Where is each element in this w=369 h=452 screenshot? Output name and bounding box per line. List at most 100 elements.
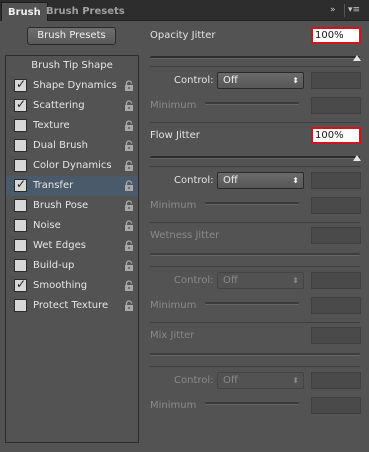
- opacity-jitter-slider-thumb[interactable]: [353, 55, 361, 61]
- build-up-label: Build-up: [33, 260, 75, 271]
- updown-arrow-icon: ⬍: [292, 76, 299, 85]
- protect-texture-checkbox[interactable]: [14, 299, 27, 312]
- build-up-checkbox[interactable]: [14, 259, 27, 272]
- lock-icon[interactable]: [124, 160, 134, 172]
- wetness-jitter-slider: [150, 253, 360, 256]
- wet-edges-label: Wet Edges: [33, 240, 86, 251]
- transfer-checkbox[interactable]: ✓: [14, 177, 27, 192]
- lock-icon[interactable]: [124, 220, 134, 232]
- mix-jitter-field: [311, 327, 361, 344]
- wetness-control-value: Off: [223, 275, 238, 286]
- wetness-minimum-slider: [205, 302, 299, 305]
- lock-icon[interactable]: [124, 80, 134, 92]
- brush-option-color-dynamics[interactable]: Color Dynamics: [6, 156, 138, 176]
- divider: [150, 366, 360, 367]
- opacity-control-field: [311, 72, 361, 89]
- mix-minimum-slider: [205, 402, 299, 405]
- divider: [150, 322, 360, 323]
- brush-option-wet-edges[interactable]: Wet Edges: [6, 236, 138, 256]
- texture-checkbox[interactable]: [14, 119, 27, 132]
- dual-brush-checkbox[interactable]: [14, 139, 27, 152]
- mix-minimum-label: Minimum: [150, 400, 197, 411]
- brush-option-texture[interactable]: Texture: [6, 116, 138, 136]
- mix-minimum-field: [311, 397, 361, 414]
- divider: [150, 222, 360, 223]
- shape-dynamics-checkbox[interactable]: ✓: [14, 77, 27, 92]
- lock-icon[interactable]: [124, 100, 134, 112]
- dual-brush-label: Dual Brush: [33, 140, 88, 151]
- lock-icon[interactable]: [124, 180, 134, 192]
- wetness-control-select: Off ⬍: [217, 272, 304, 289]
- flow-control-select[interactable]: Off ⬍: [217, 172, 304, 189]
- smoothing-checkbox[interactable]: ✓: [14, 277, 27, 292]
- brush-option-build-up[interactable]: Build-up: [6, 256, 138, 276]
- tab-brush-presets[interactable]: Brush Presets: [40, 2, 131, 21]
- brush-option-scattering[interactable]: ✓ Scattering: [6, 96, 138, 116]
- updown-arrow-icon: ⬍: [292, 376, 299, 385]
- brush-option-transfer[interactable]: ✓ Transfer: [6, 176, 138, 196]
- mix-control-label: Control:: [174, 375, 214, 386]
- wetness-minimum-label: Minimum: [150, 300, 197, 311]
- lock-icon[interactable]: [124, 120, 134, 132]
- brush-pose-label: Brush Pose: [33, 200, 89, 211]
- panel-menu-icon[interactable]: ▾≡: [348, 3, 364, 18]
- collapse-icon[interactable]: »: [330, 3, 336, 18]
- checkmark-icon: ✓: [16, 77, 27, 91]
- opacity-jitter-field[interactable]: 100%: [311, 27, 361, 44]
- wetness-jitter-label: Wetness Jitter: [150, 230, 220, 241]
- wetness-minimum-field: [311, 297, 361, 314]
- color-dynamics-label: Color Dynamics: [33, 160, 112, 171]
- lock-icon[interactable]: [124, 240, 134, 252]
- texture-label: Texture: [33, 120, 70, 131]
- opacity-jitter-slider[interactable]: [150, 56, 360, 59]
- wetness-control-field: [311, 272, 361, 289]
- noise-label: Noise: [33, 220, 61, 231]
- updown-arrow-icon: ⬍: [292, 276, 299, 285]
- flow-minimum-field: [311, 197, 361, 214]
- divider: [150, 66, 360, 67]
- brush-presets-button[interactable]: Brush Presets: [27, 27, 116, 45]
- brush-option-smoothing[interactable]: ✓ Smoothing: [6, 276, 138, 296]
- transfer-label: Transfer: [33, 180, 74, 191]
- brush-tip-shape-item[interactable]: Brush Tip Shape: [6, 56, 138, 76]
- wetness-control-label: Control:: [174, 275, 214, 286]
- brush-pose-checkbox[interactable]: [14, 199, 27, 212]
- tab-bar: Brush Brush Presets » ▾≡: [0, 0, 369, 21]
- noise-checkbox[interactable]: [14, 219, 27, 232]
- scattering-label: Scattering: [33, 100, 85, 111]
- flow-minimum-slider: [205, 202, 299, 205]
- color-dynamics-checkbox[interactable]: [14, 159, 27, 172]
- lock-icon[interactable]: [124, 260, 134, 272]
- flow-jitter-slider[interactable]: [150, 156, 360, 159]
- brush-option-dual-brush[interactable]: Dual Brush: [6, 136, 138, 156]
- flow-control-value: Off: [223, 175, 238, 186]
- flow-minimum-label: Minimum: [150, 200, 197, 211]
- flow-jitter-field[interactable]: 100%: [311, 127, 361, 144]
- mix-control-select: Off ⬍: [217, 372, 304, 389]
- opacity-control-select[interactable]: Off ⬍: [217, 72, 304, 89]
- checkmark-icon: ✓: [16, 97, 27, 111]
- lock-icon[interactable]: [124, 140, 134, 152]
- opacity-minimum-label: Minimum: [150, 100, 197, 111]
- opacity-minimum-field: [311, 97, 361, 114]
- opacity-minimum-slider: [205, 102, 299, 105]
- scattering-checkbox[interactable]: ✓: [14, 97, 27, 112]
- lock-icon[interactable]: [124, 300, 134, 312]
- mix-control-field: [311, 372, 361, 389]
- lock-icon[interactable]: [124, 200, 134, 212]
- checkmark-icon: ✓: [16, 277, 27, 291]
- brush-option-noise[interactable]: Noise: [6, 216, 138, 236]
- opacity-control-value: Off: [223, 75, 238, 86]
- brush-option-protect-texture[interactable]: Protect Texture: [6, 296, 138, 316]
- flow-jitter-label: Flow Jitter: [150, 130, 200, 141]
- brush-option-brush-pose[interactable]: Brush Pose: [6, 196, 138, 216]
- flow-control-field: [311, 172, 361, 189]
- flow-jitter-slider-thumb[interactable]: [353, 155, 361, 161]
- lock-icon[interactable]: [124, 280, 134, 292]
- tabbar-separator: [344, 4, 345, 17]
- protect-texture-label: Protect Texture: [33, 300, 109, 311]
- wet-edges-checkbox[interactable]: [14, 239, 27, 252]
- brush-option-shape-dynamics[interactable]: ✓ Shape Dynamics: [6, 76, 138, 96]
- brush-options-list: Brush Tip Shape ✓ Shape Dynamics ✓ Scatteri…: [5, 55, 139, 443]
- updown-arrow-icon: ⬍: [292, 176, 299, 185]
